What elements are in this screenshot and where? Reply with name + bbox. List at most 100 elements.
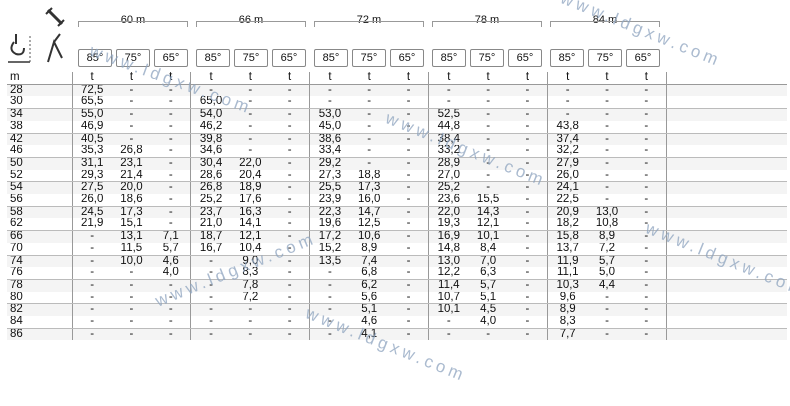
capacity-cell: - [626,255,667,268]
filler-cell [666,218,787,232]
capacity-cell: - [388,194,430,207]
filler-cell [666,230,787,243]
capacity-cell: 44,8 [428,120,469,134]
capacity-cell: - [388,108,430,121]
table-row: 56 26,0 18,6-25,2 17,6-23,9 16,0-23,6 15,5-22… [7,194,787,207]
capacity-cell: t [72,72,112,85]
filler-cell [666,206,787,219]
table-row: 76- -4,0-8,3- -6,8-12,2 6,3-11,1 5,0- [7,267,787,280]
capacity-cell: 46,9 [72,120,112,134]
group-bracket [314,21,424,27]
capacity-cell: 65,0 [190,96,231,110]
capacity-cell: 7,7 [547,328,588,341]
capacity-cell: 16,3 [230,206,270,219]
capacity-cell: - [190,328,231,341]
capacity-cell: - [507,133,549,146]
capacity-cell: 21,9 [72,218,112,232]
table-row: 66-13,1 7,1 18,7 12,1-17,2 10,6-16,9 10,1-15,… [7,230,787,243]
capacity-cell: - [111,279,152,292]
capacity-cell: - [151,328,192,341]
capacity-cell: - [230,145,270,158]
capacity-cell: 13,0 [428,255,469,268]
filler-cell [666,145,787,158]
capacity-cell: - [309,328,350,341]
capacity-cell: - [269,218,311,232]
jib-angle-label: 85° [314,49,348,67]
filler-cell [666,108,787,121]
capacity-cell: 23,9 [309,194,350,207]
capacity-cell: 29,3 [72,169,112,183]
jib-angle-label: 85° [550,49,584,67]
capacity-cell: 5,1 [468,291,508,305]
group-bracket [432,21,542,27]
capacity-cell: 4,1 [349,328,389,341]
group-bracket [550,21,660,27]
capacity-cell: 11,5 [111,242,152,256]
capacity-cell: - [587,316,627,329]
capacity-cell: 6,8 [349,267,389,280]
capacity-cell: - [388,328,430,341]
capacity-cell: - [269,206,311,219]
capacity-cell: - [349,84,389,97]
capacity-cell: - [547,96,588,110]
capacity-cell: - [151,206,192,219]
capacity-cell: - [626,133,667,146]
capacity-cell: - [309,96,350,110]
capacity-cell: - [309,303,350,317]
capacity-cell: 19,6 [309,218,350,232]
capacity-cell: - [587,303,627,317]
capacity-cell: t [428,72,469,85]
capacity-cell: - [190,267,231,280]
capacity-cell: t [587,72,627,85]
capacity-cell: - [230,328,270,341]
capacity-cell: 6,2 [349,279,389,292]
capacity-cell: 32,2 [547,145,588,158]
capacity-cell: 26,8 [111,145,152,158]
radius-cell: 46 [7,145,73,158]
capacity-cell: 7,8 [230,279,270,292]
capacity-cell: - [151,108,192,121]
capacity-cell: - [468,157,508,170]
filler-cell [666,279,787,292]
capacity-cell: - [468,84,508,97]
table-row: 38 46,9- -46,2- -45,0- -44,8- -43,8- - [7,120,787,134]
capacity-cell: 53,0 [309,108,350,121]
capacity-cell: - [626,291,667,305]
capacity-cell: 22,5 [547,194,588,207]
radius-cell: 30 [7,96,73,110]
capacity-cell: - [468,120,508,134]
capacity-cell: 24,1 [547,181,588,195]
filler-cell [666,267,787,280]
capacity-cell: t [151,72,192,85]
capacity-cell: - [309,316,350,329]
capacity-cell: - [587,181,627,195]
capacity-cell: - [151,279,192,292]
capacity-cell: 9,6 [547,291,588,305]
capacity-cell: - [388,303,430,317]
capacity-cell: 10,8 [587,218,627,232]
capacity-cell: 13,7 [547,242,588,256]
capacity-cell: - [111,291,152,305]
capacity-cell: - [269,328,311,341]
capacity-cell: 34,6 [190,145,231,158]
capacity-cell: - [507,279,549,292]
capacity-cell: - [349,145,389,158]
radius-cell: 80 [7,291,73,305]
filler-cell [666,291,787,305]
capacity-cell: 25,2 [190,194,231,207]
table-row: 78- - - -7,8- -6,2-11,4 5,7-10,3 4,4- [7,279,787,292]
jib-angle-label: 85° [78,49,112,67]
filler-cell [666,72,787,85]
capacity-cell: - [269,169,311,183]
capacity-cell: 72,5 [72,84,112,97]
capacity-cell: - [587,328,627,341]
capacity-cell: 27,0 [428,169,469,183]
capacity-cell: - [507,303,549,317]
capacity-cell: 38,6 [309,133,350,146]
filler-cell [666,133,787,146]
capacity-cell: - [507,108,549,121]
capacity-cell: 18,2 [547,218,588,232]
table-row: 86- - - - - - -4,1- - - -7,7- - [7,328,787,341]
capacity-cell: - [111,84,152,97]
radius-cell: 62 [7,218,73,232]
